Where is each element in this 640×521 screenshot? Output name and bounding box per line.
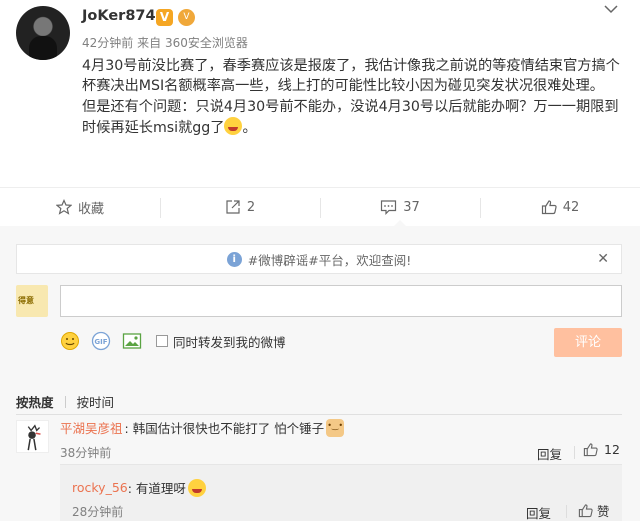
comment-reply-button[interactable]: 回复 bbox=[537, 444, 562, 463]
verified-icon: V bbox=[156, 9, 173, 26]
like-button[interactable]: 42 bbox=[480, 188, 640, 226]
current-user-avatar: 得意 bbox=[16, 285, 48, 317]
comment-like-button[interactable]: 12 bbox=[583, 442, 620, 457]
comment-panel: i #微博辟谣#平台，欢迎查阅! ✕ 得意 GIF 同时转发到我的微博 评论 按… bbox=[0, 226, 640, 521]
post-time[interactable]: 42分钟前 bbox=[82, 36, 133, 50]
sort-divider-line bbox=[16, 414, 622, 415]
post-actions-bar: 收藏 2 37 42 bbox=[0, 187, 640, 227]
post-paragraph-1: 4月30号前没比赛了，春季赛应该是报废了，我估计像我之前说的等疫情结束官方搞个杯… bbox=[82, 58, 620, 95]
repost-button[interactable]: 2 bbox=[160, 188, 320, 226]
commenter-avatar[interactable] bbox=[16, 420, 49, 453]
notice-text[interactable]: #微博辟谣#平台，欢迎查阅! bbox=[248, 250, 411, 269]
repost-checkbox[interactable] bbox=[156, 335, 168, 347]
comment-action-divider bbox=[574, 446, 575, 459]
comment-time: 38分钟前 bbox=[60, 446, 112, 460]
comment-count: 37 bbox=[403, 199, 420, 215]
post-meta: 42分钟前 来自 360安全浏览器 bbox=[82, 34, 248, 51]
close-icon[interactable]: ✕ bbox=[597, 251, 609, 267]
collect-button[interactable]: 收藏 bbox=[0, 188, 160, 226]
star-icon bbox=[55, 199, 72, 215]
like-count: 42 bbox=[562, 199, 580, 215]
post-username[interactable]: JoKer874 bbox=[82, 8, 156, 24]
comment-like-count: 12 bbox=[604, 442, 620, 457]
laughing-tears-emoji-icon bbox=[187, 478, 206, 497]
comment-button[interactable]: 37 bbox=[320, 188, 480, 227]
current-user-avatar-text: 得意 bbox=[18, 296, 34, 305]
chevron-down-icon[interactable] bbox=[602, 2, 620, 18]
comment-tools: GIF 同时转发到我的微博 bbox=[60, 328, 286, 354]
post-content: 4月30号前没比赛了，春季赛应该是报废了，我估计像我之前说的等疫情结束官方搞个杯… bbox=[82, 56, 622, 138]
thumbs-up-icon bbox=[583, 443, 598, 457]
sort-by-time-tab[interactable]: 按时间 bbox=[77, 392, 115, 411]
post-card: JoKer874 V V 42分钟前 来自 360安全浏览器 4月30号前没比赛… bbox=[0, 0, 640, 227]
repost-checkbox-label: 同时转发到我的微博 bbox=[173, 334, 286, 350]
sub-comment-reply-button[interactable]: 回复 bbox=[526, 503, 551, 521]
svg-text:GIF: GIF bbox=[94, 338, 107, 346]
comment-body: : 韩国估计很快也不能打了 怕个锤子 bbox=[124, 421, 325, 436]
comment-text: 平湖吴彦祖 : 韩国估计很快也不能打了 怕个锤子 bbox=[60, 418, 345, 437]
laughing-tears-emoji-icon bbox=[224, 116, 243, 135]
collect-label: 收藏 bbox=[77, 201, 104, 217]
repost-count: 2 bbox=[246, 199, 256, 215]
sort-divider bbox=[64, 395, 66, 408]
sub-comment-time: 28分钟前 bbox=[72, 505, 124, 519]
image-icon[interactable] bbox=[122, 331, 142, 351]
post-paragraph-2: 但是还有个问题：只说4月30号前不能办，没说4月30号以后就能办啊？万一一期限到… bbox=[82, 97, 622, 139]
submit-comment-button[interactable]: 评论 bbox=[554, 328, 622, 357]
cat-emoji-icon bbox=[326, 418, 345, 437]
repost-icon bbox=[226, 200, 240, 214]
sort-by-hot-tab[interactable]: 按热度 bbox=[16, 392, 54, 411]
comment-input[interactable] bbox=[60, 285, 622, 317]
comment-sort-bar: 按热度 按时间 bbox=[16, 392, 114, 411]
comment-icon bbox=[381, 200, 397, 215]
user-avatar[interactable] bbox=[16, 6, 70, 60]
sub-comment-like-button[interactable]: 赞 bbox=[578, 501, 610, 520]
post-paragraph-2-text: 但是还有个问题：只说4月30号前不能办，没说4月30号以后就能办啊？万一一期限到… bbox=[82, 98, 619, 136]
sub-commenter-name[interactable]: rocky_56 bbox=[72, 480, 128, 495]
post-paragraph-2-end: 。 bbox=[242, 119, 257, 136]
post-source: 360安全浏览器 bbox=[164, 36, 248, 50]
sub-comment-text: rocky_56 : 有道理呀 bbox=[72, 478, 206, 497]
sub-comment-like-label: 赞 bbox=[597, 504, 610, 519]
thumbs-up-icon bbox=[541, 200, 557, 215]
emoji-icon[interactable] bbox=[60, 331, 80, 351]
level-badge-icon: V bbox=[178, 9, 195, 26]
info-icon: i bbox=[226, 251, 242, 267]
sub-action-divider bbox=[566, 505, 567, 518]
gif-icon[interactable]: GIF bbox=[91, 331, 111, 351]
thumbs-up-icon bbox=[578, 504, 593, 518]
source-prefix: 来自 bbox=[137, 36, 162, 50]
commenter-name[interactable]: 平湖吴彦祖 bbox=[60, 418, 123, 437]
sub-comment-body: : 有道理呀 bbox=[127, 481, 186, 496]
sub-comment: rocky_56 : 有道理呀 28分钟前 回复 赞 bbox=[60, 464, 622, 521]
rumor-notice-banner: i #微博辟谣#平台，欢迎查阅! ✕ bbox=[16, 244, 622, 274]
